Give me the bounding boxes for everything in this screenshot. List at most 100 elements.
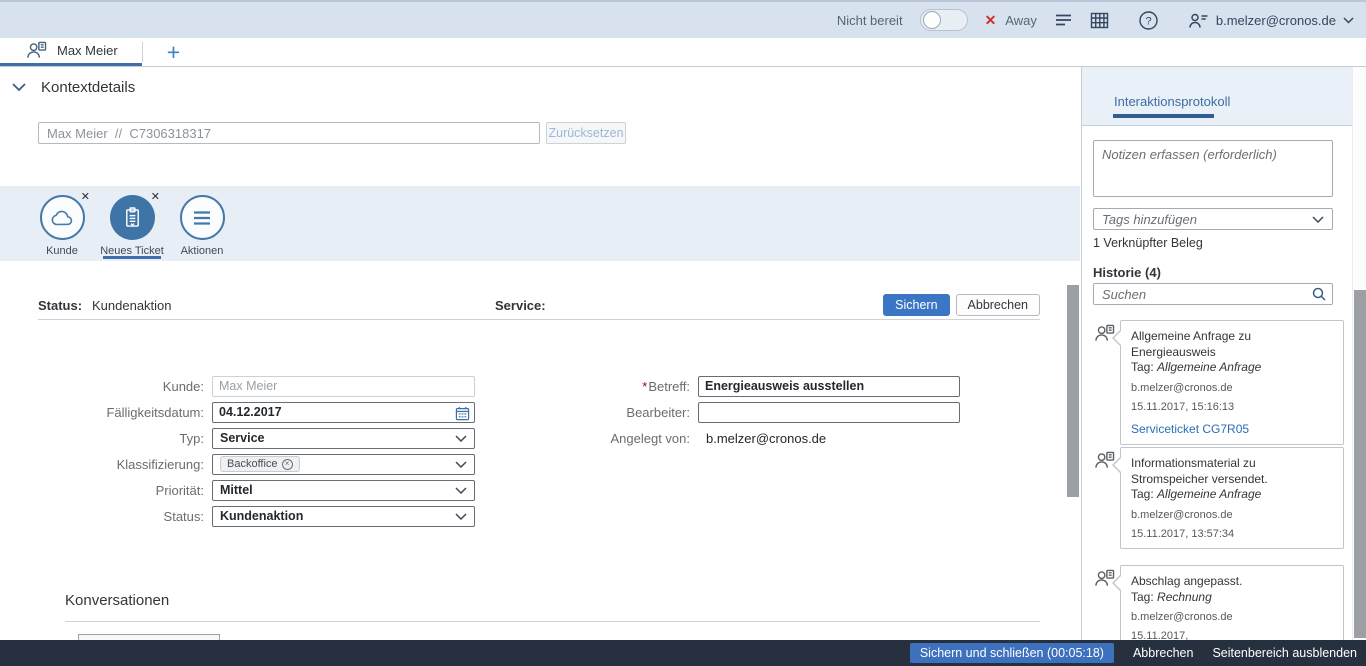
calendar-icon[interactable] xyxy=(455,406,470,421)
tag-label: Tag: xyxy=(1131,360,1154,374)
save-button[interactable]: Sichern xyxy=(883,294,949,316)
tags-placeholder: Tags hinzufügen xyxy=(1102,212,1197,227)
divider xyxy=(38,319,1040,320)
history-timestamp: 15.11.2017, 13:57:34 xyxy=(1131,528,1333,540)
menu-icon[interactable] xyxy=(180,195,225,240)
help-icon[interactable]: ? xyxy=(1138,10,1159,31)
prioritaet-select[interactable]: Mittel xyxy=(212,480,475,501)
user-email: b.melzer@cronos.de xyxy=(1216,13,1336,28)
kunde-input[interactable] xyxy=(212,376,475,397)
grid-icon[interactable] xyxy=(1090,12,1109,29)
close-icon[interactable]: ✕ xyxy=(81,192,90,203)
interaction-sidebar: Interaktionsprotokoll Tags hinzufügen 1 … xyxy=(1081,67,1352,640)
cloud-icon[interactable] xyxy=(40,195,85,240)
tab-max-meier[interactable]: Max Meier xyxy=(0,38,142,66)
ticket-form-right: *Betreff: Bearbeiter: Angelegt von: b.me… xyxy=(490,373,960,451)
nav-item-neues-ticket[interactable]: ✕ Neues Ticket xyxy=(100,186,164,261)
context-details-title: Kontextdetails xyxy=(41,79,135,96)
context-nav-band: ✕ Kunde ✕ Neues Ticket Aktionen xyxy=(0,186,1080,261)
close-icon[interactable]: ✕ xyxy=(151,192,160,203)
history-timestamp: 15.11.2017, xyxy=(1131,630,1333,640)
toggle-knob xyxy=(923,11,941,29)
user-icon xyxy=(1188,12,1209,29)
typ-select[interactable]: Service xyxy=(212,428,475,449)
notes-textarea[interactable] xyxy=(1093,140,1333,197)
tags-select[interactable]: Tags hinzufügen xyxy=(1093,208,1333,230)
tab-label: Max Meier xyxy=(57,43,118,58)
page-scrollbar-thumb[interactable] xyxy=(1354,290,1366,638)
user-menu[interactable]: b.melzer@cronos.de xyxy=(1188,12,1354,29)
history-item: Abschlag angepasst. Tag: Rechnung b.melz… xyxy=(1082,565,1352,640)
betreff-input[interactable] xyxy=(698,376,960,397)
status-label: Status: xyxy=(38,298,82,313)
field-status: Status: Kundenaktion xyxy=(0,503,475,529)
angelegt-von-value: b.melzer@cronos.de xyxy=(698,431,826,446)
token-label: Backoffice xyxy=(227,458,278,470)
history-entry-title: Allgemeine Anfrage zu Energieausweis xyxy=(1131,329,1333,360)
chevron-down-icon xyxy=(1343,17,1354,24)
chevron-down-icon xyxy=(1312,216,1324,223)
app-window: Nicht bereit ✕ Away ? b.melzer@cronos.de xyxy=(0,0,1366,666)
field-typ: Typ: Service xyxy=(0,425,475,451)
nav-item-aktionen[interactable]: Aktionen xyxy=(170,186,234,261)
collapse-chevron-icon xyxy=(12,83,26,92)
field-label: Status: xyxy=(0,509,212,524)
ready-state-label: Nicht bereit xyxy=(837,13,903,28)
cancel-button[interactable]: Abbrechen xyxy=(956,294,1040,316)
history-entry-title: Abschlag angepasst. xyxy=(1131,574,1333,590)
ready-toggle[interactable] xyxy=(920,9,968,31)
save-and-close-button[interactable]: Sichern und schließen (00:05:18) xyxy=(910,643,1114,663)
hide-sidebar-button[interactable]: Seitenbereich ausblenden xyxy=(1212,646,1357,660)
field-label: Fälligkeitsdatum: xyxy=(0,405,212,420)
main-content: Kontextdetails Zurücksetzen ✕ Kunde ✕ Ne… xyxy=(0,67,1080,640)
conversations-title: Konversationen xyxy=(65,592,169,609)
chevron-down-icon xyxy=(455,513,467,520)
field-label: Priorität: xyxy=(0,483,212,498)
chevron-down-icon xyxy=(455,487,467,494)
nav-item-kunde[interactable]: ✕ Kunde xyxy=(30,186,94,261)
field-kunde: Kunde: xyxy=(0,373,475,399)
history-card: Allgemeine Anfrage zu Energieausweis Tag… xyxy=(1120,320,1344,445)
bearbeiter-input[interactable] xyxy=(698,402,960,423)
field-bearbeiter: Bearbeiter: xyxy=(490,399,960,425)
tab-interaktionsprotokoll[interactable]: Interaktionsprotokoll xyxy=(1114,94,1230,109)
linked-document-label: 1 Verknüpfter Beleg xyxy=(1093,236,1203,250)
field-label: Typ: xyxy=(0,431,212,446)
due-date-input[interactable] xyxy=(212,402,475,423)
context-search-input[interactable] xyxy=(38,122,540,144)
history-search-input[interactable] xyxy=(1093,283,1333,305)
field-label: Angelegt von: xyxy=(490,431,698,446)
field-label: *Betreff: xyxy=(490,379,698,394)
away-label: Away xyxy=(1005,13,1037,28)
page-scrollbar[interactable] xyxy=(1352,67,1366,640)
tag-value: Allgemeine Anfrage xyxy=(1157,360,1261,374)
nav-item-label: Kunde xyxy=(30,245,94,257)
nav-item-label: Aktionen xyxy=(170,245,234,257)
remove-token-icon[interactable]: × xyxy=(282,459,293,470)
ticket-form-left: Kunde: Fälligkeitsdatum: Typ: Service xyxy=(0,373,475,529)
status-select[interactable]: Kundenaktion xyxy=(212,506,475,527)
history-entry-title: Informationsmaterial zu Stromspeicher ve… xyxy=(1131,456,1333,487)
tag-value: Allgemeine Anfrage xyxy=(1157,487,1261,501)
ticket-icon[interactable] xyxy=(110,195,155,240)
add-tab-button[interactable]: + xyxy=(143,38,204,66)
serviceticket-link[interactable]: Serviceticket CG7R05 xyxy=(1131,422,1333,436)
tag-label: Tag: xyxy=(1131,590,1154,604)
history-author: b.melzer@cronos.de xyxy=(1131,382,1333,394)
history-author: b.melzer@cronos.de xyxy=(1131,611,1333,623)
status-select-value: Kundenaktion xyxy=(220,509,303,523)
field-klassifizierung: Klassifizierung: Backoffice × xyxy=(0,451,475,477)
context-details-header[interactable]: Kontextdetails xyxy=(12,79,135,96)
search-icon[interactable] xyxy=(1311,286,1327,302)
klassifizierung-select[interactable]: Backoffice × xyxy=(212,454,475,475)
protocol-list-icon[interactable] xyxy=(1054,12,1073,28)
typ-value: Service xyxy=(220,431,264,445)
footer-cancel-button[interactable]: Abbrechen xyxy=(1133,646,1193,660)
reset-button[interactable]: Zurücksetzen xyxy=(546,122,626,144)
tag-value: Rechnung xyxy=(1157,590,1212,604)
status-value: Kundenaktion xyxy=(92,298,172,313)
divider xyxy=(65,621,1040,622)
chevron-down-icon xyxy=(455,435,467,442)
main-scrollbar-thumb[interactable] xyxy=(1067,285,1079,497)
history-item: Informationsmaterial zu Stromspeicher ve… xyxy=(1082,447,1352,549)
